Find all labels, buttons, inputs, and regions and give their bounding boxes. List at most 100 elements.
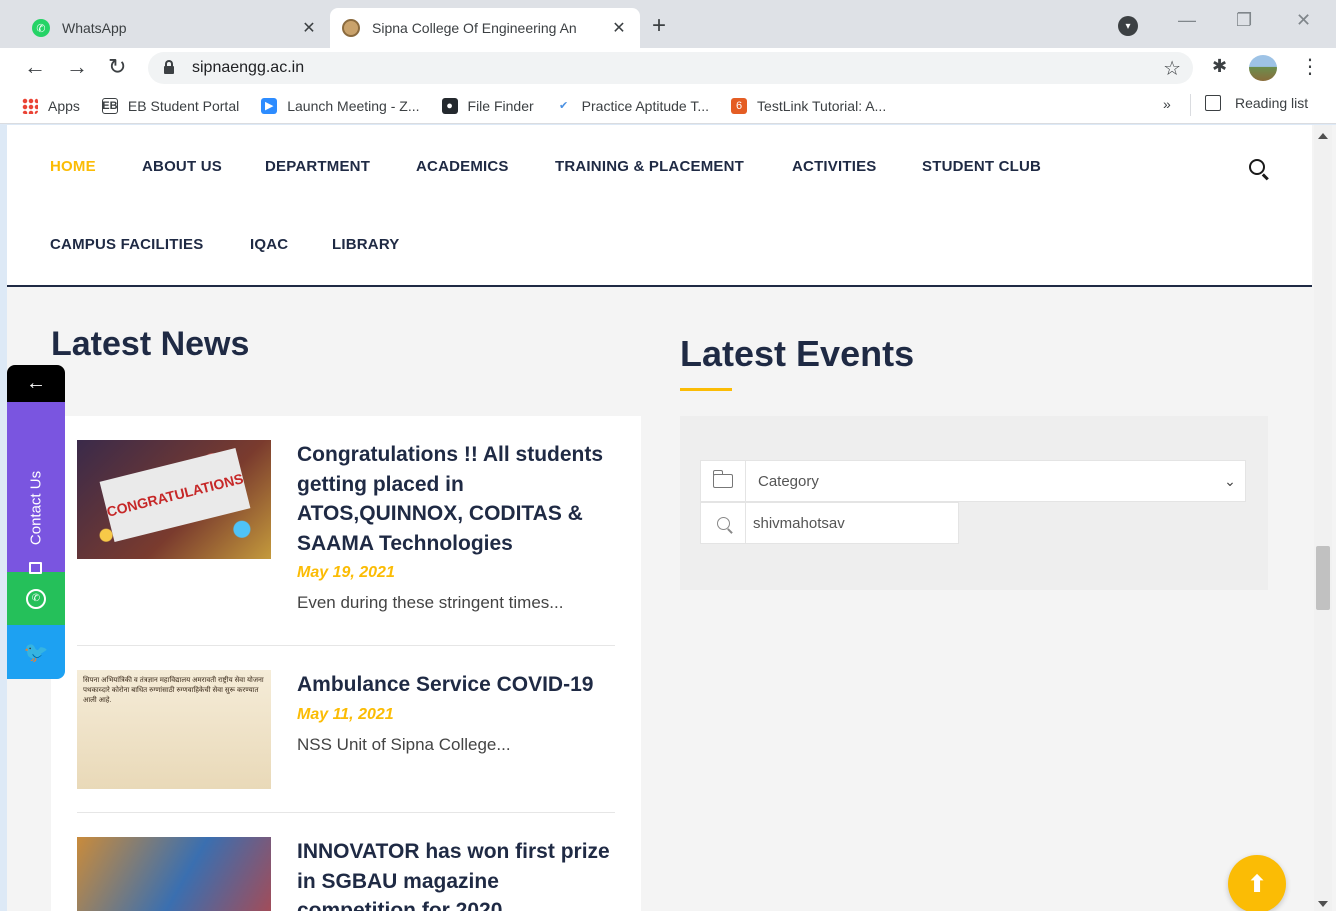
tab-sipna[interactable]: Sipna College Of Engineering An ✕ xyxy=(330,8,640,48)
chevron-down-icon: ⌄ xyxy=(1224,472,1236,489)
page-viewport: HOME ABOUT US DEPARTMENT ACADEMICS TRAIN… xyxy=(7,125,1336,911)
news-divider xyxy=(77,645,615,646)
bookmarks-divider xyxy=(1190,94,1191,116)
event-search xyxy=(700,502,959,544)
news-title[interactable]: Ambulance Service COVID-19 xyxy=(297,670,615,700)
lock-icon[interactable] xyxy=(164,60,174,74)
bookmark-file-finder[interactable]: ● File Finder xyxy=(441,97,534,114)
news-thumbnail[interactable]: सिपना अभियांत्रिकी व तंत्रज्ञान महाविद्य… xyxy=(77,670,271,789)
whatsapp-icon: ✆ xyxy=(26,588,46,609)
news-divider xyxy=(77,812,615,813)
back-icon[interactable]: ← xyxy=(24,54,46,80)
scroll-down-arrow[interactable] xyxy=(1318,901,1328,907)
search-icon xyxy=(716,516,730,530)
reading-list-label: Reading list xyxy=(1235,95,1309,111)
congratulations-card: CONGRATULATIONS xyxy=(99,447,251,543)
nav-department[interactable]: DEPARTMENT xyxy=(265,158,370,175)
nav-about-us[interactable]: ABOUT US xyxy=(142,158,222,175)
nav-academics[interactable]: ACADEMICS xyxy=(416,158,509,175)
news-date: May 11, 2021 xyxy=(297,705,394,723)
bookmark-label: TestLink Tutorial: A... xyxy=(757,97,887,114)
site-search-icon[interactable] xyxy=(1249,159,1265,175)
new-tab-button[interactable]: + xyxy=(652,12,666,40)
bookmark-label: Apps xyxy=(48,97,80,114)
whatsapp-icon: ✆ xyxy=(32,19,50,37)
reading-list-button[interactable]: Reading list xyxy=(1205,95,1308,111)
scroll-to-top-button[interactable]: ⬆ xyxy=(1228,855,1286,911)
nav-activities[interactable]: ACTIVITIES xyxy=(792,158,877,175)
bookmark-label: Launch Meeting - Z... xyxy=(287,97,420,114)
apps-grid-icon xyxy=(22,97,38,114)
news-excerpt: NSS Unit of Sipna College... xyxy=(297,734,511,754)
news-title[interactable]: Congratulations !! All students getting … xyxy=(297,440,615,558)
contact-us-label: Contact Us xyxy=(27,470,45,546)
tab-whatsapp[interactable]: ✆ WhatsApp ✕ xyxy=(20,8,330,48)
latest-events-heading: Latest Events xyxy=(680,333,915,374)
news-thumbnail[interactable]: CONGRATULATIONS xyxy=(77,440,271,559)
reload-icon[interactable]: ↻ xyxy=(108,54,126,80)
bookmark-eb-portal[interactable]: EB EB Student Portal xyxy=(101,97,240,114)
close-tab-icon[interactable]: ✕ xyxy=(610,18,628,38)
folder-icon xyxy=(712,470,733,488)
nav-campus-facilities[interactable]: CAMPUS FACILITIES xyxy=(50,236,203,253)
covid-notice-text: सिपना अभियांत्रिकी व तंत्रज्ञान महाविद्य… xyxy=(83,677,264,704)
latest-news-heading: Latest News xyxy=(51,325,250,363)
sipna-logo-icon xyxy=(342,19,360,37)
news-title[interactable]: INNOVATOR has won first prize in SGBAU m… xyxy=(297,837,615,911)
extensions-icon[interactable]: ✱ xyxy=(1212,56,1227,77)
tab-title: WhatsApp xyxy=(62,20,127,36)
social-side-widget: ← Contact Us ✆ 🐦 xyxy=(7,365,65,679)
restore-icon[interactable]: ❐ xyxy=(1236,10,1252,31)
category-label: Category xyxy=(758,472,819,490)
nav-home[interactable]: HOME xyxy=(50,158,96,175)
bookmark-label: File Finder xyxy=(467,97,534,114)
mail-icon xyxy=(29,562,42,574)
scroll-up-arrow[interactable] xyxy=(1318,133,1328,139)
event-search-input[interactable] xyxy=(746,514,958,532)
forward-icon[interactable]: → xyxy=(66,54,88,80)
url-input[interactable]: sipnaengg.ac.in ☆ xyxy=(148,52,1193,84)
bookmark-testlink[interactable]: 6 TestLink Tutorial: A... xyxy=(731,97,887,114)
reading-list-icon xyxy=(1205,95,1221,111)
browser-menu-icon[interactable]: ⋮ xyxy=(1300,54,1320,79)
zoom-icon: ▶ xyxy=(261,97,278,114)
more-bookmarks-button[interactable]: » xyxy=(1163,96,1171,112)
twitter-icon: 🐦 xyxy=(23,641,49,664)
scroll-thumb[interactable] xyxy=(1316,546,1330,610)
profile-avatar[interactable] xyxy=(1249,55,1277,81)
bookmark-star-icon[interactable]: ☆ xyxy=(1163,56,1181,81)
nav-student-club[interactable]: STUDENT CLUB xyxy=(922,158,1041,175)
news-list: CONGRATULATIONS Congratulations !! All s… xyxy=(51,416,641,911)
tab-title: Sipna College Of Engineering An xyxy=(372,20,577,36)
news-date: May 19, 2021 xyxy=(297,564,395,581)
heading-underline xyxy=(680,388,732,391)
twitter-button[interactable]: 🐦 xyxy=(7,625,65,679)
nav-iqac[interactable]: IQAC xyxy=(250,236,288,253)
contact-us-button[interactable]: Contact Us xyxy=(7,402,65,574)
testlink-icon: 6 xyxy=(731,97,748,114)
news-thumbnail[interactable] xyxy=(77,837,271,911)
bookmark-zoom[interactable]: ▶ Launch Meeting - Z... xyxy=(261,97,420,114)
bookmark-label: EB Student Portal xyxy=(127,97,240,114)
collapse-widget-button[interactable]: ← xyxy=(7,365,65,402)
news-excerpt: Even during these stringent times... xyxy=(297,593,564,612)
bookmark-aptitude[interactable]: ✔ Practice Aptitude T... xyxy=(556,98,709,114)
whatsapp-button[interactable]: ✆ xyxy=(7,572,65,625)
page-scrollbar[interactable] xyxy=(1314,125,1332,911)
github-icon: ● xyxy=(441,97,458,114)
close-tab-icon[interactable]: ✕ xyxy=(300,18,318,38)
eb-icon: EB xyxy=(101,97,118,114)
tab-strip: ✆ WhatsApp ✕ Sipna College Of Engineerin… xyxy=(0,0,1336,48)
bookmark-apps[interactable]: Apps xyxy=(22,97,80,114)
url-text: sipnaengg.ac.in xyxy=(192,59,305,76)
close-window-icon[interactable]: ✕ xyxy=(1296,10,1311,31)
nav-training-placement[interactable]: TRAINING & PLACEMENT xyxy=(555,158,744,175)
bookmarks-bar: Apps EB EB Student Portal ▶ Launch Meeti… xyxy=(0,88,1336,124)
nav-library[interactable]: LIBRARY xyxy=(332,236,400,253)
site-header: HOME ABOUT US DEPARTMENT ACADEMICS TRAIN… xyxy=(7,125,1312,287)
minimize-icon[interactable]: — xyxy=(1178,10,1196,31)
address-bar: ← → ↻ sipnaengg.ac.in ☆ ✱ ⋮ xyxy=(0,48,1336,88)
bookmark-label: Practice Aptitude T... xyxy=(581,97,710,114)
category-select[interactable]: Category ⌄ xyxy=(700,460,1246,502)
tab-search-icon[interactable]: ▾ xyxy=(1118,16,1138,36)
